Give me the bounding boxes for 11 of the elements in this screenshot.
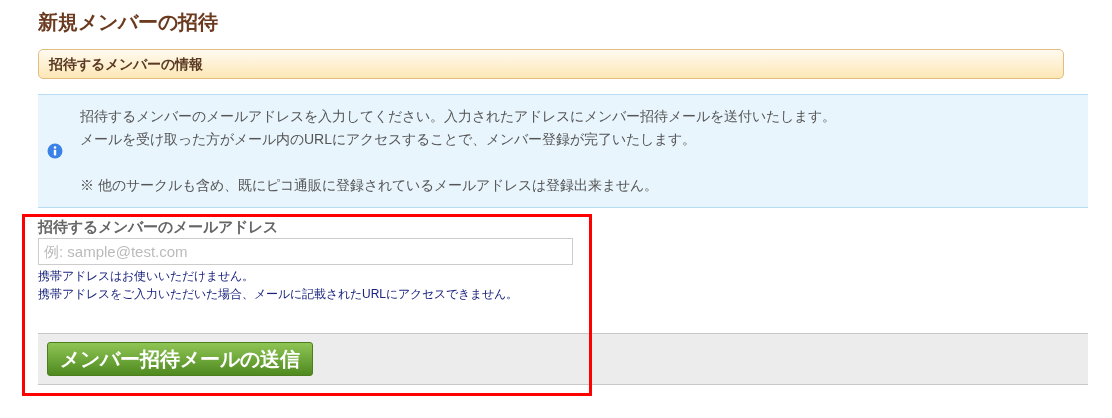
page-title: 新規メンバーの招待: [38, 10, 218, 35]
field-hint: 携帯アドレスはお使いいただけません。: [38, 268, 254, 285]
info-text: メールを受け取った方がメール内のURLにアクセスすることで、メンバー登録が完了いたします。: [80, 130, 696, 149]
email-input-field[interactable]: 例: sample@test.com: [38, 238, 573, 265]
send-invitation-button[interactable]: メンバー招待メールの送信: [47, 342, 313, 376]
info-icon: [47, 143, 63, 159]
info-text: 招待するメンバーのメールアドレスを入力してください。入力されたアドレスにメンバー招待メールを送付いたします。: [80, 107, 836, 126]
field-label: 招待するメンバーのメールアドレス: [38, 217, 278, 237]
info-note: ※ 他のサークルも含め、既にピコ通販に登録されているメールアドレスは登録出来ません。: [80, 176, 658, 195]
field-hint: 携帯アドレスをご入力いただいた場合、メールに記載されたURLにアクセスできません。: [38, 286, 518, 303]
section-header: 招待するメンバーの情報: [49, 54, 203, 74]
